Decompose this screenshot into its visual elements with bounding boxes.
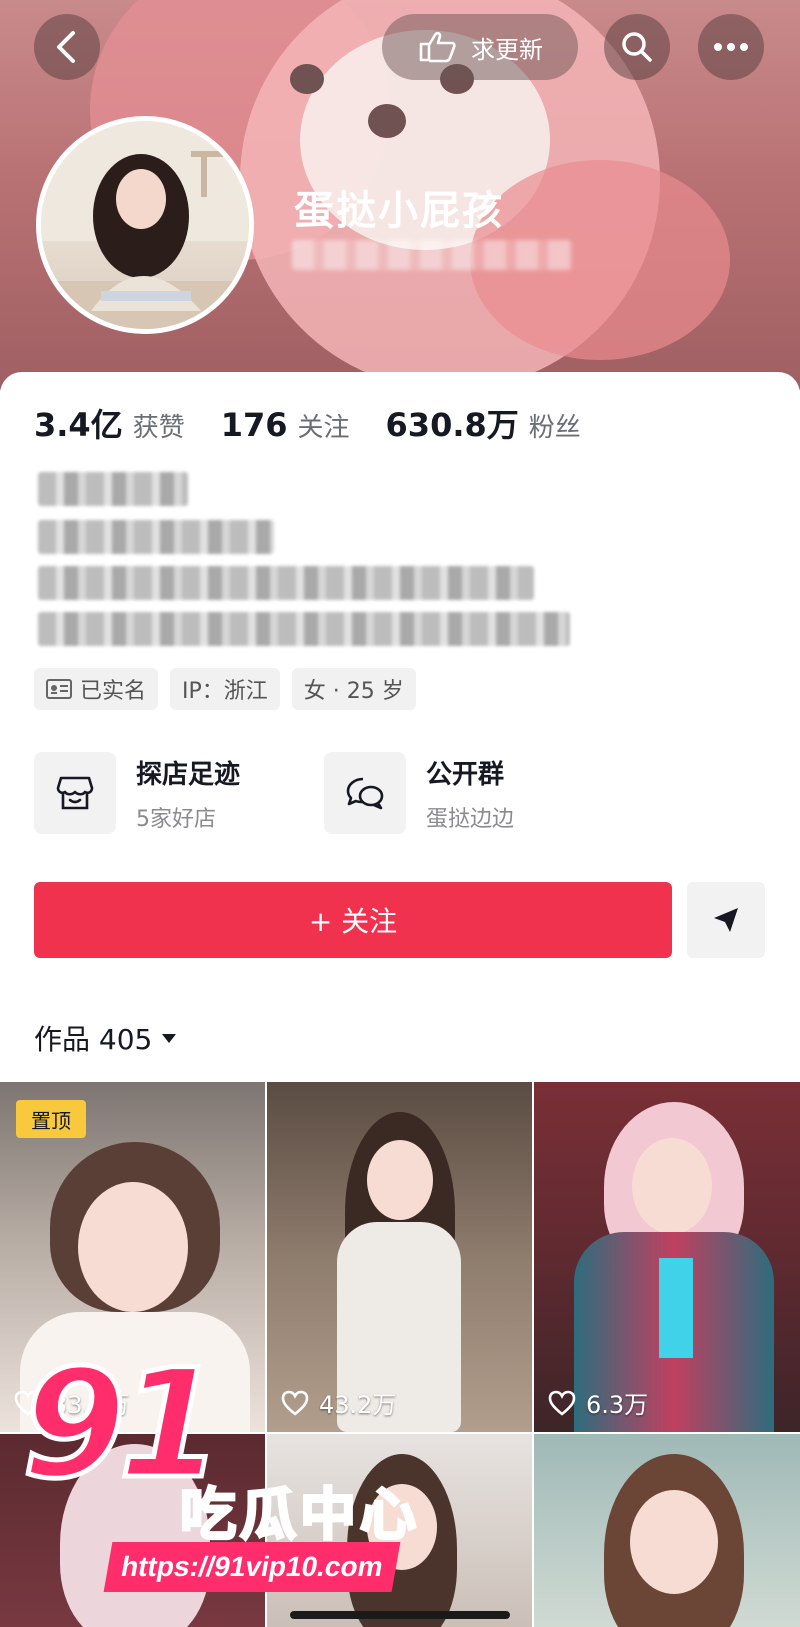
more-dots-icon bbox=[714, 43, 748, 51]
store-visits-title: 探店足迹 bbox=[136, 759, 241, 790]
verified-label: 已实名 bbox=[80, 679, 147, 704]
bio-redacted bbox=[38, 566, 534, 600]
like-count-label: 6.3万 bbox=[586, 1391, 649, 1419]
store-visits-entry[interactable]: 探店足迹 5家好店 bbox=[34, 752, 240, 834]
gender-age-label: 女 · 25 岁 bbox=[303, 679, 404, 704]
heart-icon bbox=[548, 1390, 576, 1416]
pinned-badge: 置顶 bbox=[16, 1100, 86, 1138]
store-visits-subtitle: 5家好店 bbox=[136, 806, 216, 832]
stats-row: 3.4亿 获赞 176 关注 630.8万 粉丝 bbox=[34, 400, 617, 446]
profile-tags: 已实名 IP：浙江 女 · 25 岁 bbox=[34, 668, 416, 710]
public-group-entry[interactable]: 公开群 蛋挞边边 bbox=[324, 752, 514, 834]
followers-label[interactable]: 粉丝 bbox=[529, 407, 581, 444]
likes-count: 3.4亿 bbox=[34, 406, 123, 444]
avatar[interactable] bbox=[36, 116, 254, 334]
works-tab[interactable]: 作品 405 bbox=[34, 1018, 180, 1058]
triangle-down-icon bbox=[162, 1034, 177, 1043]
bio-redacted bbox=[38, 612, 570, 646]
request-update-button[interactable]: 求更新 bbox=[382, 14, 578, 80]
public-group-title: 公开群 bbox=[426, 759, 505, 790]
pointing-hand-icon bbox=[419, 31, 456, 63]
thumbnail-figure bbox=[630, 1490, 718, 1594]
like-count: 6.3万 bbox=[548, 1385, 648, 1420]
ip-location-label: IP：浙江 bbox=[182, 679, 268, 704]
store-icon-box bbox=[34, 752, 116, 834]
gender-age-tag: 女 · 25 岁 bbox=[291, 668, 416, 710]
home-indicator[interactable] bbox=[290, 1611, 510, 1619]
ip-location-tag: IP：浙江 bbox=[170, 668, 280, 710]
watermark-url-label: https://91vip10.com bbox=[118, 1551, 386, 1582]
likes-label: 获赞 bbox=[132, 413, 185, 443]
account-id-redacted bbox=[292, 240, 572, 270]
video-thumbnail[interactable]: 6.3万 bbox=[534, 1082, 800, 1432]
watermark-logo-text: 吃瓜中心 bbox=[179, 1482, 420, 1550]
thumbnail-figure bbox=[367, 1140, 433, 1220]
heart-icon bbox=[281, 1390, 309, 1416]
followers-count[interactable]: 630.8万 bbox=[386, 400, 519, 446]
like-count-label: 43.2万 bbox=[319, 1391, 397, 1419]
banner-decoration bbox=[290, 64, 324, 94]
verified-tag[interactable]: 已实名 bbox=[34, 668, 159, 710]
chat-bubble-icon bbox=[346, 777, 384, 810]
follow-label: + 关注 bbox=[308, 905, 398, 938]
back-button[interactable] bbox=[34, 14, 100, 80]
like-count: 43.2万 bbox=[281, 1385, 396, 1420]
share-button[interactable] bbox=[687, 882, 765, 958]
following-count[interactable]: 176 bbox=[221, 406, 288, 444]
search-icon bbox=[622, 32, 652, 62]
thumbnail-figure bbox=[78, 1182, 188, 1312]
more-button[interactable] bbox=[698, 14, 764, 80]
watermark-url: https://91vip10.com bbox=[103, 1542, 401, 1592]
bio-redacted bbox=[38, 520, 274, 554]
works-header-label: 作品 405 bbox=[34, 1023, 153, 1056]
bio-redacted bbox=[38, 472, 188, 506]
video-thumbnail[interactable]: 43.2万 bbox=[267, 1082, 532, 1432]
search-button[interactable] bbox=[604, 14, 670, 80]
public-group-subtitle: 蛋挞边边 bbox=[426, 806, 515, 832]
following-label[interactable]: 关注 bbox=[298, 407, 350, 444]
thumbnail-figure bbox=[659, 1258, 693, 1358]
thumbnail-figure bbox=[632, 1138, 712, 1234]
request-update-label: 求更新 bbox=[471, 35, 543, 64]
video-thumbnail[interactable] bbox=[534, 1434, 800, 1627]
id-card-icon bbox=[46, 679, 72, 699]
avatar-photo bbox=[41, 121, 249, 329]
chat-icon-box bbox=[324, 752, 406, 834]
banner-decoration bbox=[368, 104, 406, 138]
follow-button[interactable]: + 关注 bbox=[34, 882, 672, 958]
chevron-left-icon bbox=[57, 31, 75, 63]
send-icon bbox=[714, 908, 738, 932]
nickname: 蛋挞小屁孩 bbox=[294, 188, 504, 234]
store-icon bbox=[56, 776, 94, 810]
